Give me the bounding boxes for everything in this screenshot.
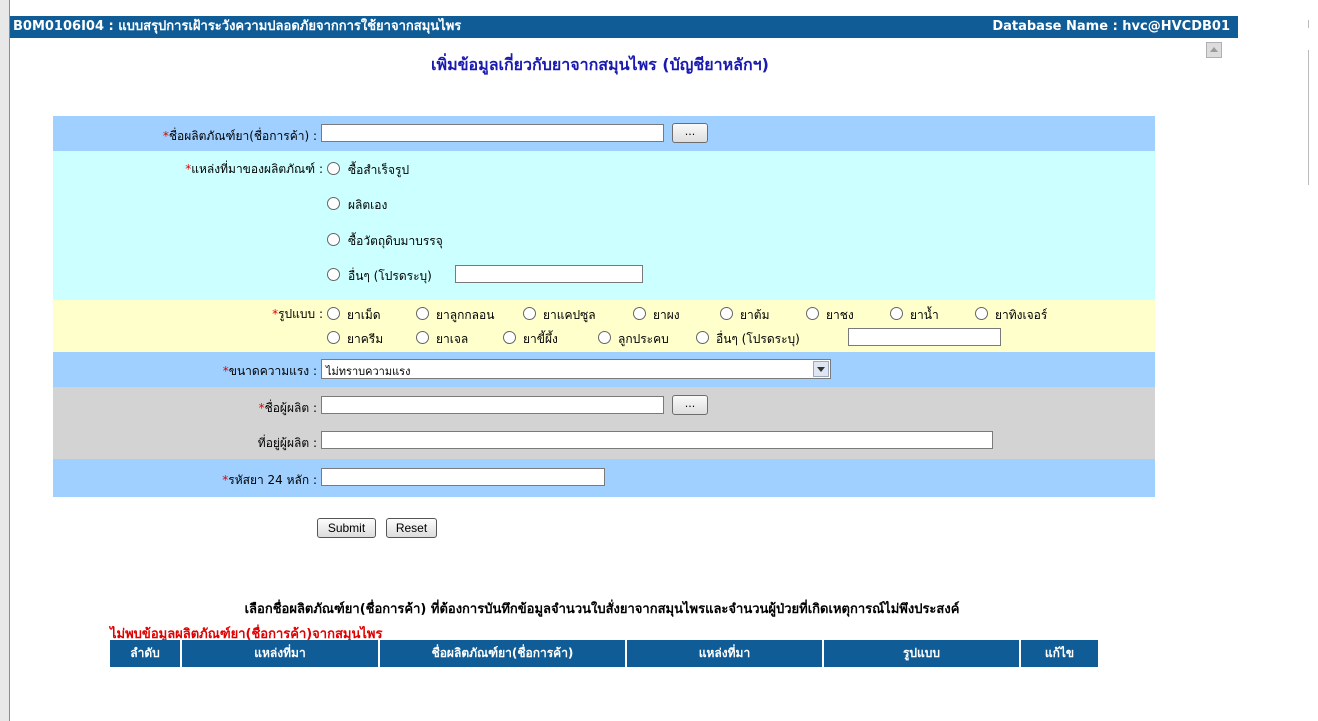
form-code-title: B0M0106I04 : แบบสรุปการเฝ้าระวังความปลอด… xyxy=(13,19,462,34)
column-header-source-2: แหล่งที่มา xyxy=(627,640,824,667)
strength-select[interactable]: ไม่ทราบความแรง xyxy=(321,359,831,379)
form-option-label: ยาครีม xyxy=(347,332,384,346)
window-right-edge xyxy=(1308,50,1309,185)
source-radio-ready-made[interactable] xyxy=(327,162,340,175)
manufacturer-input[interactable] xyxy=(321,396,664,414)
form-option-label: ยาน้ำ xyxy=(910,308,939,322)
form-other-input[interactable] xyxy=(848,328,1001,346)
column-header-product-name: ชื่อผลิตภัณฑ์ยา(ชื่อการค้า) xyxy=(380,640,627,667)
manufacturer-address-label: ที่อยู่ผู้ผลิต : xyxy=(257,436,317,450)
manufacturer-lookup-button[interactable]: ... xyxy=(672,395,708,415)
form-radio-pill[interactable] xyxy=(416,307,429,320)
form-radio-compress[interactable] xyxy=(598,331,611,344)
form-radio-liquid[interactable] xyxy=(890,307,903,320)
form-option-label: ยาชง xyxy=(826,308,854,322)
strength-selected-value: ไม่ทราบความแรง xyxy=(326,365,411,378)
manufacturer-address-input[interactable] xyxy=(321,431,993,449)
source-option-label: ซื้อสำเร็จรูป xyxy=(348,163,410,177)
form-radio-powder[interactable] xyxy=(633,307,646,320)
window-right-edge xyxy=(1308,20,1309,28)
form-radio-infusion[interactable] xyxy=(806,307,819,320)
form-radio-capsule[interactable] xyxy=(523,307,536,320)
source-label: *แหล่งที่มาของผลิตภัณฑ์ : xyxy=(185,162,323,176)
form-option-label: ยาขี้ผึ้ง xyxy=(523,332,558,346)
form-option-label: ยาแคปซูล xyxy=(543,308,596,322)
results-table-header: ลำดับ แหล่งที่มา ชื่อผลิตภัณฑ์ยา(ชื่อการ… xyxy=(110,640,1098,667)
form-option-label: อื่นๆ (โปรดระบุ) xyxy=(716,332,800,346)
drug-code-label: *รหัสยา 24 หลัก : xyxy=(222,473,317,487)
form-option-label: ยาต้ม xyxy=(740,308,770,322)
form-option-label: ลูกประคบ xyxy=(618,332,669,346)
product-name-label: *ชื่อผลิตภัณฑ์ยา(ชื่อการค้า) : xyxy=(162,129,317,143)
form-radio-tablet[interactable] xyxy=(327,307,340,320)
source-option-label: ผลิตเอง xyxy=(348,198,388,212)
submit-button[interactable]: Submit xyxy=(317,518,376,538)
list-section-title: เลือกชื่อผลิตภัณฑ์ยา(ชื่อการค้า) ที่ต้อง… xyxy=(244,602,960,617)
source-radio-self-produced[interactable] xyxy=(327,197,340,210)
reset-button[interactable]: Reset xyxy=(386,518,437,538)
form-option-label: ยาทิงเจอร์ xyxy=(995,308,1048,322)
source-option-label: ซื้อวัตถุดิบมาบรรจุ xyxy=(348,234,443,248)
product-lookup-button[interactable]: ... xyxy=(672,123,708,143)
form-option-label: ยาลูกกลอน xyxy=(436,308,495,322)
form-radio-other[interactable] xyxy=(696,331,709,344)
source-other-input[interactable] xyxy=(455,265,643,283)
source-radio-raw-material[interactable] xyxy=(327,233,340,246)
dosage-form-label: *รูปแบบ : xyxy=(272,307,323,321)
column-header-dosage-form: รูปแบบ xyxy=(824,640,1021,667)
form-radio-cream[interactable] xyxy=(327,331,340,344)
product-name-input[interactable] xyxy=(321,124,664,142)
scroll-up-arrow-icon[interactable] xyxy=(1206,42,1222,58)
page-title: เพิ่มข้อมูลเกี่ยวกับยาจากสมุนไพร (บัญชีย… xyxy=(431,55,769,74)
form-option-label: ยาเจล xyxy=(436,332,469,346)
strength-label: *ขนาดความแรง : xyxy=(222,364,317,378)
manufacturer-label: *ชื่อผู้ผลิต : xyxy=(258,401,317,415)
form-option-label: ยาผง xyxy=(653,308,680,322)
form-radio-tincture[interactable] xyxy=(975,307,988,320)
database-name: Database Name : hvc@HVCDB01 xyxy=(992,19,1230,34)
chevron-down-icon[interactable] xyxy=(813,361,829,377)
page-header-bar: B0M0106I04 : แบบสรุปการเฝ้าระวังความปลอด… xyxy=(10,16,1238,38)
form-radio-gel[interactable] xyxy=(416,331,429,344)
source-option-label: อื่นๆ (โปรดระบุ) xyxy=(348,269,432,283)
column-header-edit: แก้ไข xyxy=(1044,646,1075,660)
form-radio-decoction[interactable] xyxy=(720,307,733,320)
form-radio-ointment[interactable] xyxy=(503,331,516,344)
column-header-order: ลำดับ xyxy=(110,640,182,667)
form-option-label: ยาเม็ด xyxy=(347,308,381,322)
column-header-source: แหล่งที่มา xyxy=(182,640,380,667)
source-radio-other[interactable] xyxy=(327,268,340,281)
drug-code-input[interactable] xyxy=(321,468,605,486)
